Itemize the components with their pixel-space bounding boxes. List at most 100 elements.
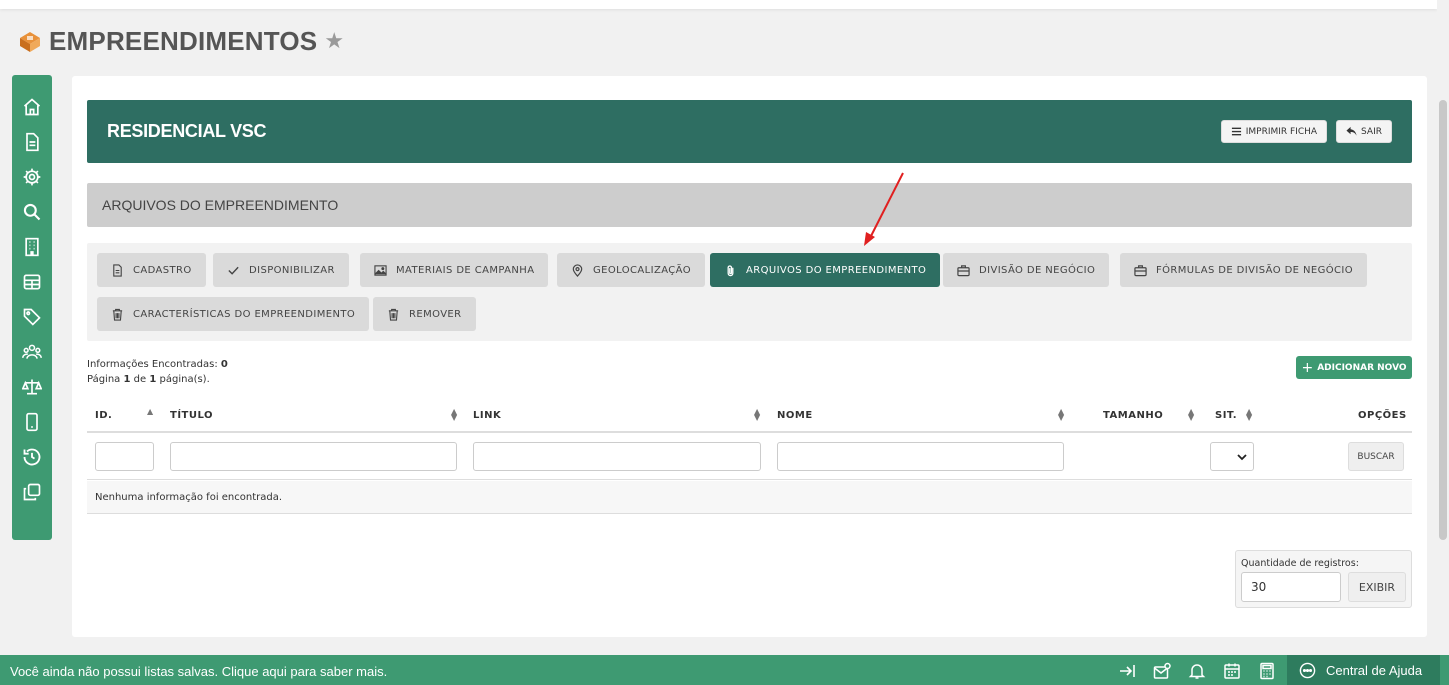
nav-legal[interactable] <box>12 369 52 404</box>
tab-label: DISPONIBILIZAR <box>249 264 335 276</box>
exit-button[interactable]: SAIR <box>1336 120 1392 143</box>
check-icon <box>228 266 239 275</box>
tab-label: REMOVER <box>409 308 462 320</box>
image-icon <box>374 264 387 276</box>
copy-icon <box>23 483 41 500</box>
page-suffix: página(s). <box>159 374 210 385</box>
sort-asc-icon[interactable]: ▲ <box>147 408 154 416</box>
nav-settings[interactable] <box>12 159 52 194</box>
calendar-icon[interactable] <box>1221 660 1242 681</box>
tab-remover[interactable]: REMOVER <box>373 297 476 331</box>
collapse-arrow-icon[interactable] <box>1116 660 1137 681</box>
filter-id-input[interactable] <box>95 442 154 471</box>
search-button[interactable]: BUSCAR <box>1348 442 1404 471</box>
filter-row: BUSCAR <box>87 434 1412 480</box>
column-header-titulo[interactable]: TÍTULO <box>170 410 213 421</box>
column-header-link[interactable]: LINK <box>473 410 501 421</box>
records-per-page-label: Quantidade de registros: <box>1241 558 1359 569</box>
nav-users[interactable] <box>12 334 52 369</box>
history-icon <box>23 448 41 465</box>
document-icon <box>26 132 39 151</box>
tab-divisao-de-negocio[interactable]: DIVISÃO DE NEGÓCIO <box>943 253 1110 287</box>
column-header-tamanho[interactable]: TAMANHO <box>1103 410 1163 421</box>
trash-icon <box>388 308 399 321</box>
nav-tags[interactable] <box>12 299 52 334</box>
briefcase-icon <box>1134 264 1147 276</box>
sort-icon[interactable]: ▲ ▼ <box>1188 408 1195 422</box>
column-header-opcoes: OPÇÕES <box>1358 410 1407 421</box>
found-label: Informações Encontradas: <box>87 359 218 370</box>
add-new-label: ADICIONAR NOVO <box>1317 362 1407 373</box>
mail-notification-icon[interactable] <box>1151 660 1172 681</box>
filter-nome-input[interactable] <box>777 442 1064 471</box>
tab-arquivos-do-empreendimento[interactable]: ARQUIVOS DO EMPREENDIMENTO <box>710 253 941 287</box>
nav-history[interactable] <box>12 439 52 474</box>
briefcase-icon <box>957 264 970 276</box>
bell-icon[interactable] <box>1186 660 1207 681</box>
record-banner: RESIDENCIAL VSC IMPRIMIR FICHA SAIR <box>87 100 1412 163</box>
mobile-icon <box>26 412 38 431</box>
tab-cadastro[interactable]: CADASTRO <box>97 253 206 287</box>
exit-label: SAIR <box>1361 126 1382 137</box>
building-icon <box>25 237 39 256</box>
section-header: ARQUIVOS DO EMPREENDIMENTO <box>87 183 1412 227</box>
print-sheet-button[interactable]: IMPRIMIR FICHA <box>1220 120 1328 143</box>
show-button[interactable]: EXIBIR <box>1348 572 1406 602</box>
page-total: 1 <box>149 374 157 385</box>
tab-materiais-de-campanha[interactable]: MATERIAIS DE CAMPANHA <box>360 253 549 287</box>
sort-icon[interactable]: ▲ ▼ <box>451 408 458 422</box>
scrollbar-thumb[interactable] <box>1439 100 1447 540</box>
nav-buildings[interactable] <box>12 229 52 264</box>
tab-disponibilizar[interactable]: DISPONIBILIZAR <box>213 253 349 287</box>
page-header: EMPREENDIMENTOS ★ <box>18 26 344 57</box>
help-center-button[interactable]: Central de Ajuda <box>1287 655 1440 685</box>
paperclip-icon <box>727 264 734 276</box>
filter-titulo-input[interactable] <box>170 442 457 471</box>
page-info-line: Página 1 de 1 página(s). <box>87 372 228 387</box>
calculator-icon[interactable] <box>1256 660 1277 681</box>
menu-lines-icon <box>1231 127 1241 136</box>
tabs-panel: CADASTRO DISPONIBILIZAR MATERIAIS DE CAM… <box>87 243 1412 341</box>
sort-icon[interactable]: ▲ ▼ <box>1246 408 1253 422</box>
records-per-page-box: Quantidade de registros: 30 EXIBIR <box>1235 550 1412 608</box>
tab-label: GEOLOCALIZAÇÃO <box>593 264 692 276</box>
tab-formulas-de-divisao-de-negocio[interactable]: FÓRMULAS DE DIVISÃO DE NEGÓCIO <box>1120 253 1367 287</box>
table-icon <box>23 274 41 289</box>
sort-icon[interactable]: ▲ ▼ <box>754 408 761 422</box>
tab-caracteristicas-do-empreendimento[interactable]: CARACTERÍSTICAS DO EMPREENDIMENTO <box>97 297 370 331</box>
tab-label: ARQUIVOS DO EMPREENDIMENTO <box>746 264 927 276</box>
building-logo-icon <box>20 31 40 52</box>
nav-documents[interactable] <box>12 124 52 159</box>
column-header-nome[interactable]: NOME <box>777 410 813 421</box>
side-navigation <box>12 75 52 540</box>
add-new-button[interactable]: + ADICIONAR NOVO <box>1296 356 1412 379</box>
tab-label: DIVISÃO DE NEGÓCIO <box>979 264 1096 276</box>
record-title: RESIDENCIAL VSC <box>107 121 267 141</box>
document-icon <box>113 263 122 277</box>
found-count-line: Informações Encontradas: 0 <box>87 357 228 372</box>
nav-search[interactable] <box>12 194 52 229</box>
records-per-page-input[interactable]: 30 <box>1241 572 1341 602</box>
column-header-situacao[interactable]: SIT. <box>1215 410 1237 421</box>
section-title: ARQUIVOS DO EMPREENDIMENTO <box>102 197 339 213</box>
favorite-star-icon[interactable]: ★ <box>324 30 344 53</box>
results-info: Informações Encontradas: 0 Página 1 de 1… <box>87 357 228 387</box>
scrollbar[interactable] <box>1437 0 1449 655</box>
table-header: ID. ▲ TÍTULO ▲ ▼ LINK ▲ ▼ NOME ▲ ▼ TAMANHO … <box>87 402 1412 433</box>
page-current: 1 <box>123 374 131 385</box>
nav-copy[interactable] <box>12 474 52 509</box>
scale-icon <box>22 379 42 394</box>
nav-table[interactable] <box>12 264 52 299</box>
nav-mobile[interactable] <box>12 404 52 439</box>
found-count: 0 <box>220 359 228 370</box>
sort-icon[interactable]: ▲ ▼ <box>1058 408 1065 422</box>
column-header-id[interactable]: ID. <box>95 410 112 421</box>
footer-icons <box>1116 660 1277 681</box>
tab-geolocalizacao[interactable]: GEOLOCALIZAÇÃO <box>557 253 706 287</box>
nav-home[interactable] <box>12 89 52 124</box>
map-pin-icon <box>572 263 583 277</box>
saved-lists-message[interactable]: Você ainda não possui listas salvas. Cli… <box>10 664 387 679</box>
footer-bar: Você ainda não possui listas salvas. Cli… <box>0 655 1449 685</box>
filter-situacao-select[interactable] <box>1210 442 1254 471</box>
filter-link-input[interactable] <box>473 442 761 471</box>
